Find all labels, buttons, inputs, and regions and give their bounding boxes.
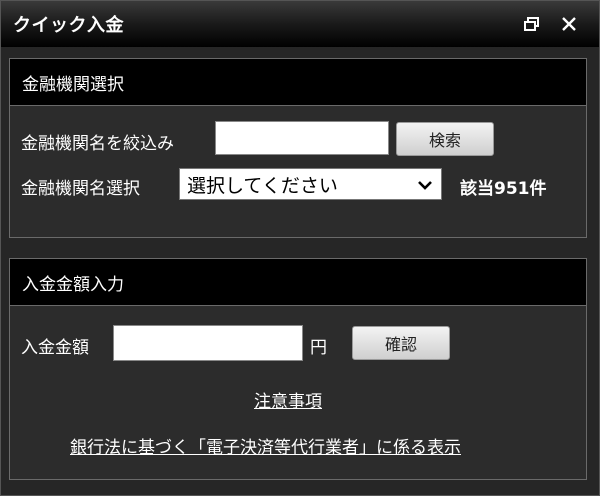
bank-filter-input[interactable] xyxy=(215,121,389,155)
bank-filter-label: 金融機関名を絞込み xyxy=(21,134,174,154)
title-bar: クイック入金 xyxy=(1,1,599,47)
legal-disclosure-link[interactable]: 銀行法に基づく「電子決済等代行業者」に係る表示 xyxy=(70,433,461,458)
restore-window-icon[interactable] xyxy=(521,13,543,35)
match-count: 該当951件 xyxy=(460,179,547,199)
window-title: クイック入金 xyxy=(13,15,124,36)
amount-input[interactable] xyxy=(113,325,303,361)
chevron-down-icon xyxy=(417,176,433,198)
close-icon[interactable] xyxy=(558,13,580,35)
amount-entry-header: 入金金額入力 xyxy=(10,259,586,306)
confirm-button[interactable]: 確認 xyxy=(352,326,450,360)
amount-entry-panel: 入金金額入力 入金金額 円 確認 注意事項 銀行法に基づく「電子決済等代行業者」… xyxy=(9,258,587,480)
search-button[interactable]: 検索 xyxy=(396,122,494,156)
bank-select-value: 選択してください xyxy=(187,174,338,197)
notice-link[interactable]: 注意事項 xyxy=(254,387,322,412)
amount-label: 入金金額 xyxy=(21,338,89,358)
yen-unit: 円 xyxy=(310,338,327,358)
quick-deposit-window: クイック入金 金融機関選択 金融機関名を絞込み 検索 金融機関名選択 選択してく… xyxy=(0,0,600,496)
bank-select-dropdown[interactable]: 選択してください xyxy=(179,168,442,200)
bank-selection-panel: 金融機関選択 金融機関名を絞込み 検索 金融機関名選択 選択してください 該当9… xyxy=(9,58,587,238)
bank-selection-header: 金融機関選択 xyxy=(10,59,586,106)
bank-select-label: 金融機関名選択 xyxy=(21,179,140,199)
